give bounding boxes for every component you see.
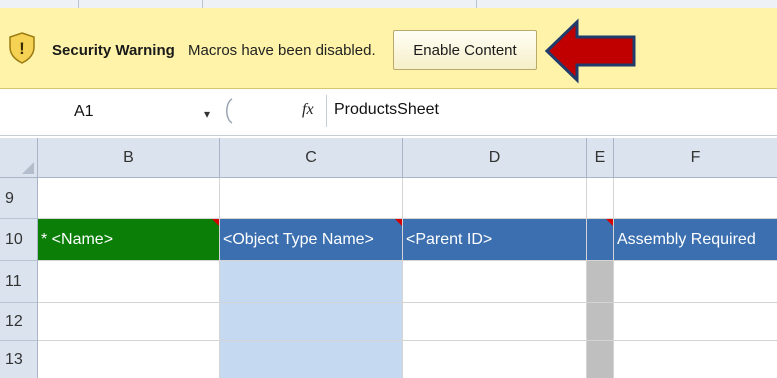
row-header-13[interactable]: 13 bbox=[0, 341, 38, 378]
ribbon-separator bbox=[78, 0, 79, 8]
cell-b10-name-header[interactable]: * <Name> bbox=[38, 219, 220, 261]
name-box-value: A1 bbox=[74, 103, 94, 120]
cell-f9[interactable] bbox=[614, 178, 777, 219]
cell-d12[interactable] bbox=[403, 303, 587, 341]
column-header-b[interactable]: B bbox=[38, 138, 220, 178]
formula-divider bbox=[326, 95, 327, 127]
row-header-11[interactable]: 11 bbox=[0, 261, 38, 303]
cell-f13[interactable] bbox=[614, 341, 777, 378]
cell-e12[interactable] bbox=[587, 303, 614, 341]
cell-c11[interactable] bbox=[220, 261, 403, 303]
column-header-e[interactable]: E bbox=[587, 138, 614, 178]
macros-disabled-text: Macros have been disabled. bbox=[188, 42, 376, 59]
formula-bar: A1 ▾ fx ProductsSheet bbox=[0, 89, 777, 136]
cell-b13[interactable] bbox=[38, 341, 220, 378]
cell-e11[interactable] bbox=[587, 261, 614, 303]
cell-f12[interactable] bbox=[614, 303, 777, 341]
arrow-left-icon bbox=[544, 18, 636, 84]
insert-function-icon[interactable]: fx bbox=[302, 101, 314, 119]
cell-d11[interactable] bbox=[403, 261, 587, 303]
row-header-12[interactable]: 12 bbox=[0, 303, 38, 341]
cell-e10[interactable] bbox=[587, 219, 614, 261]
name-header-text: * <Name> bbox=[41, 231, 114, 248]
chevron-down-icon[interactable]: ▾ bbox=[204, 107, 210, 121]
ribbon-separator bbox=[202, 0, 203, 8]
cell-e9[interactable] bbox=[587, 178, 614, 219]
select-all-corner[interactable] bbox=[0, 138, 38, 178]
enable-content-button[interactable]: Enable Content bbox=[393, 30, 537, 70]
cell-c9[interactable] bbox=[220, 178, 403, 219]
column-header-d[interactable]: D bbox=[403, 138, 587, 178]
comment-indicator-icon bbox=[395, 219, 402, 226]
comment-indicator-icon bbox=[606, 219, 613, 226]
warning-icon-glyph: ! bbox=[19, 39, 25, 58]
cell-f10-assembly-required-header[interactable]: Assembly Required bbox=[614, 219, 777, 261]
cell-b9[interactable] bbox=[38, 178, 220, 219]
cell-e13[interactable] bbox=[587, 341, 614, 378]
formula-input[interactable]: ProductsSheet bbox=[334, 101, 439, 119]
column-header-f[interactable]: F bbox=[614, 138, 777, 178]
corner-triangle-icon bbox=[22, 162, 34, 174]
formula-bar-splitter-icon[interactable] bbox=[222, 97, 234, 125]
cell-c12[interactable] bbox=[220, 303, 403, 341]
security-warning-title: Security Warning bbox=[52, 42, 175, 59]
cell-d10-parent-id-header[interactable]: <Parent ID> bbox=[403, 219, 587, 261]
cell-d9[interactable] bbox=[403, 178, 587, 219]
cell-c13[interactable] bbox=[220, 341, 403, 378]
row-header-9[interactable]: 9 bbox=[0, 178, 38, 219]
row-header-10[interactable]: 10 bbox=[0, 219, 38, 261]
assembly-required-header-text: Assembly Required bbox=[617, 231, 756, 248]
security-message-bar: ! Security Warning Macros have been disa… bbox=[0, 8, 777, 89]
cell-c10-object-type-header[interactable]: <Object Type Name> bbox=[220, 219, 403, 261]
comment-indicator-icon bbox=[212, 219, 219, 226]
ribbon-separator bbox=[476, 0, 477, 8]
parent-id-header-text: <Parent ID> bbox=[406, 231, 493, 248]
column-header-c[interactable]: C bbox=[220, 138, 403, 178]
name-box[interactable]: A1 ▾ bbox=[28, 97, 218, 125]
cell-b12[interactable] bbox=[38, 303, 220, 341]
cell-b11[interactable] bbox=[38, 261, 220, 303]
shield-warning-icon: ! bbox=[9, 32, 35, 64]
cell-f11[interactable] bbox=[614, 261, 777, 303]
cell-d13[interactable] bbox=[403, 341, 587, 378]
object-type-header-text: <Object Type Name> bbox=[223, 231, 374, 248]
